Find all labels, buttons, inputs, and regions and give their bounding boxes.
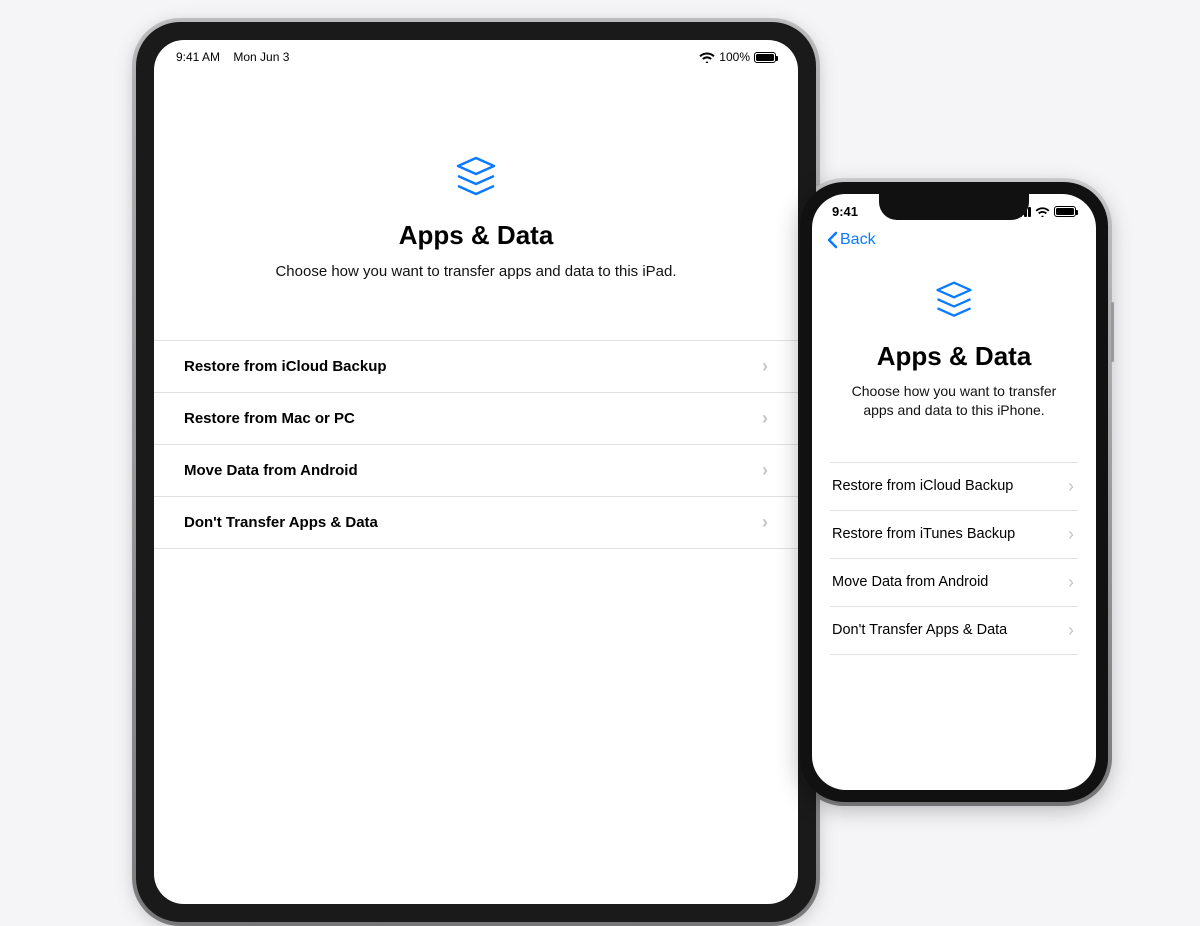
- option-restore-itunes[interactable]: Restore from iTunes Backup ›: [830, 511, 1078, 559]
- chevron-right-icon: ›: [1068, 620, 1074, 641]
- apps-data-icon: [154, 154, 798, 202]
- status-date: Mon Jun 3: [233, 50, 289, 64]
- apps-data-icon: [830, 279, 1078, 323]
- wifi-icon: [1035, 206, 1050, 217]
- option-label: Restore from iTunes Backup: [832, 526, 1015, 542]
- iphone-device-frame: 9:41 Back: [800, 182, 1108, 802]
- chevron-right-icon: ›: [762, 512, 768, 533]
- wifi-icon: [699, 51, 715, 63]
- battery-icon: [1054, 206, 1076, 217]
- battery-percent: 100%: [719, 50, 750, 64]
- ipad-screen: 9:41 AM Mon Jun 3 100%: [154, 40, 798, 904]
- option-label: Don't Transfer Apps & Data: [832, 622, 1007, 638]
- status-time: 9:41: [832, 204, 858, 219]
- option-label: Restore from Mac or PC: [184, 410, 355, 427]
- status-left: 9:41 AM Mon Jun 3: [176, 50, 289, 64]
- option-label: Move Data from Android: [184, 462, 358, 479]
- chevron-right-icon: ›: [1068, 524, 1074, 545]
- iphone-screen: 9:41 Back: [812, 194, 1096, 790]
- status-time: 9:41 AM: [176, 50, 220, 64]
- page-subtitle: Choose how you want to transfer apps and…: [154, 263, 798, 280]
- option-dont-transfer[interactable]: Don't Transfer Apps & Data ›: [830, 607, 1078, 655]
- ipad-setup-content: Apps & Data Choose how you want to trans…: [154, 64, 798, 549]
- iphone-nav-bar: Back: [812, 219, 1096, 249]
- ipad-device-frame: 9:41 AM Mon Jun 3 100%: [136, 22, 816, 922]
- chevron-left-icon: [826, 231, 838, 249]
- option-label: Restore from iCloud Backup: [832, 478, 1013, 494]
- chevron-right-icon: ›: [1068, 572, 1074, 593]
- chevron-right-icon: ›: [1068, 476, 1074, 497]
- iphone-option-list: Restore from iCloud Backup › Restore fro…: [830, 462, 1078, 655]
- page-title: Apps & Data: [154, 220, 798, 251]
- chevron-right-icon: ›: [762, 460, 768, 481]
- page-title: Apps & Data: [830, 341, 1078, 372]
- ipad-option-list: Restore from iCloud Backup › Restore fro…: [154, 340, 798, 549]
- battery-icon: [754, 52, 776, 63]
- ipad-status-bar: 9:41 AM Mon Jun 3 100%: [154, 40, 798, 64]
- option-restore-mac-pc[interactable]: Restore from Mac or PC ›: [154, 393, 798, 445]
- option-label: Don't Transfer Apps & Data: [184, 514, 378, 531]
- option-restore-icloud[interactable]: Restore from iCloud Backup ›: [154, 341, 798, 393]
- chevron-right-icon: ›: [762, 408, 768, 429]
- iphone-setup-content: Apps & Data Choose how you want to trans…: [812, 249, 1096, 655]
- option-dont-transfer[interactable]: Don't Transfer Apps & Data ›: [154, 497, 798, 549]
- option-move-android[interactable]: Move Data from Android ›: [830, 559, 1078, 607]
- option-label: Restore from iCloud Backup: [184, 358, 387, 375]
- option-restore-icloud[interactable]: Restore from iCloud Backup ›: [830, 463, 1078, 511]
- iphone-notch: [879, 194, 1029, 220]
- option-move-android[interactable]: Move Data from Android ›: [154, 445, 798, 497]
- chevron-right-icon: ›: [762, 356, 768, 377]
- page-subtitle: Choose how you want to transfer apps and…: [830, 382, 1078, 420]
- option-label: Move Data from Android: [832, 574, 988, 590]
- back-label: Back: [840, 231, 876, 249]
- back-button[interactable]: Back: [826, 231, 1082, 249]
